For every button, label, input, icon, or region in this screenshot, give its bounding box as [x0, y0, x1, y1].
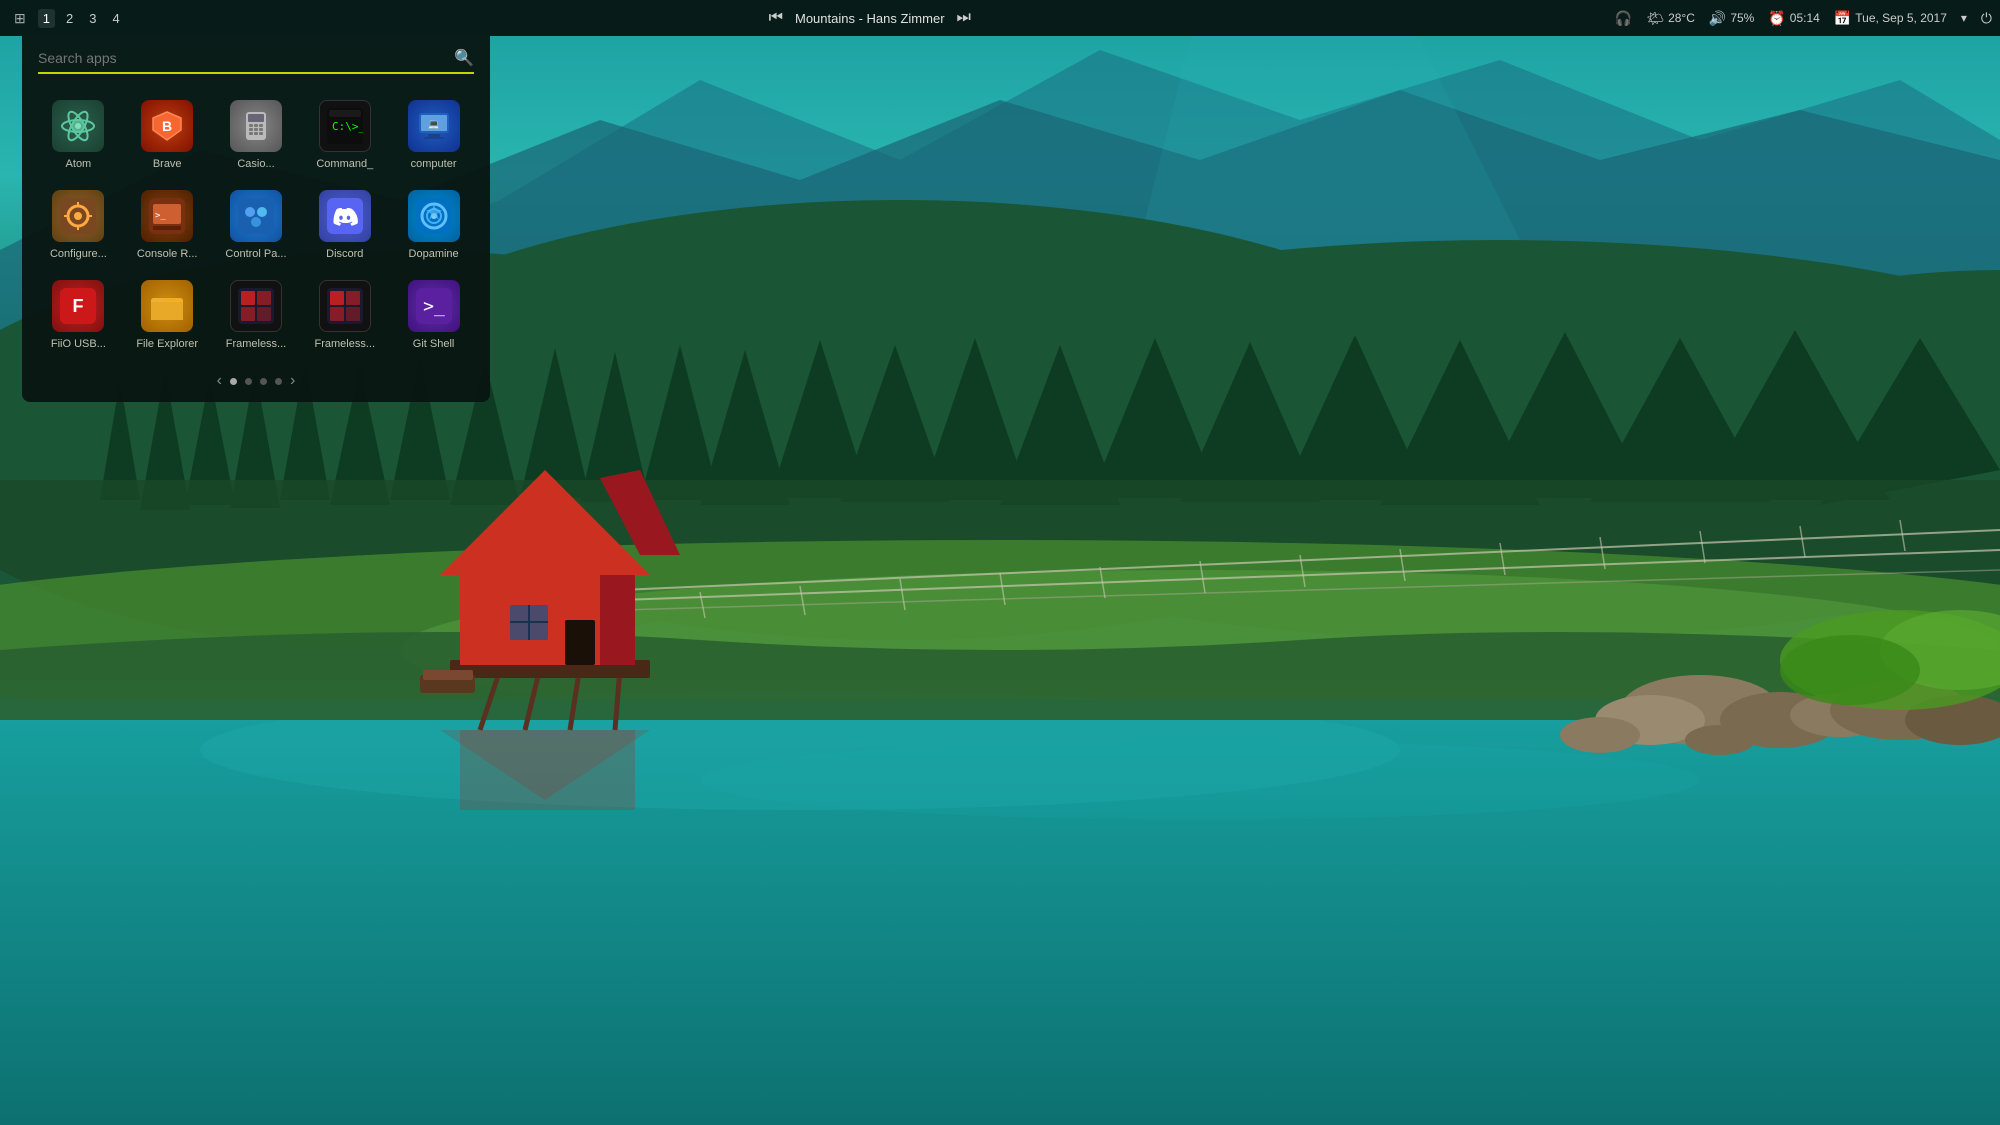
- casio-label: Casio...: [221, 158, 291, 170]
- brave-label: Brave: [132, 158, 202, 170]
- svg-text:C:\>_: C:\>_: [332, 120, 363, 133]
- discord-label: Discord: [310, 248, 380, 260]
- controlpanel-icon: [230, 190, 282, 242]
- svg-text:>_: >_: [155, 211, 166, 221]
- fiio-label: FiiO USB...: [43, 338, 113, 350]
- svg-text:>_: >_: [423, 296, 445, 317]
- dopamine-icon: [408, 190, 460, 242]
- search-input[interactable]: [38, 50, 454, 66]
- computer-icon: 💻: [408, 100, 460, 152]
- workspace-3-button[interactable]: 3: [84, 9, 101, 28]
- clock-icon: ⏰: [1768, 10, 1785, 27]
- app-item-controlpanel[interactable]: Control Pa...: [216, 184, 297, 266]
- dropdown-icon: ▾: [1961, 11, 1967, 25]
- headset-icon: 🎧: [1615, 10, 1632, 27]
- console-icon: >_: [141, 190, 193, 242]
- weather-tray-item[interactable]: 🌤 28°C: [1646, 10, 1695, 27]
- command-icon: C:\>_: [319, 100, 371, 152]
- pagination-dot-2[interactable]: [245, 378, 252, 385]
- pagination-dot-4[interactable]: [275, 378, 282, 385]
- configure-label: Configure...: [43, 248, 113, 260]
- search-icon[interactable]: 🔍: [454, 48, 474, 68]
- svg-text:F: F: [73, 296, 84, 316]
- pagination-next-button[interactable]: ›: [290, 372, 295, 390]
- atom-icon: [52, 100, 104, 152]
- media-next-button[interactable]: ⏭: [957, 9, 971, 27]
- app-item-fiio[interactable]: F FiiO USB...: [38, 274, 119, 356]
- fileexplorer-label: File Explorer: [132, 338, 202, 350]
- frameless1-label: Frameless...: [221, 338, 291, 350]
- gitshell-label: Git Shell: [399, 338, 469, 350]
- taskbar: ⊞ 1 2 3 4 ⏮ Mountains - Hans Zimmer ⏭ 🎧 …: [0, 0, 2000, 36]
- app-item-atom[interactable]: Atom: [38, 94, 119, 176]
- volume-tray-item[interactable]: 🔊 75%: [1709, 10, 1754, 27]
- calendar-icon: 📅: [1834, 10, 1851, 27]
- app-grid: Atom B Brave: [22, 86, 490, 364]
- app-item-console[interactable]: >_ Console R...: [127, 184, 208, 266]
- fileexplorer-icon: [141, 280, 193, 332]
- volume-icon: 🔊: [1709, 10, 1726, 27]
- app-item-command[interactable]: C:\>_ Command_: [304, 94, 385, 176]
- dropdown-tray-item[interactable]: ▾: [1961, 11, 1967, 25]
- date-value: Tue, Sep 5, 2017: [1855, 11, 1947, 25]
- volume-value: 75%: [1730, 11, 1754, 25]
- computer-label: computer: [399, 158, 469, 170]
- frameless2-label: Frameless...: [310, 338, 380, 350]
- media-prev-button[interactable]: ⏮: [769, 9, 783, 27]
- taskbar-left: ⊞ 1 2 3 4: [8, 6, 125, 31]
- brave-icon: B: [141, 100, 193, 152]
- configure-icon: [52, 190, 104, 242]
- app-item-computer[interactable]: 💻 computer: [393, 94, 474, 176]
- weather-icon: 🌤: [1646, 10, 1664, 27]
- track-name: Mountains - Hans Zimmer: [795, 11, 945, 26]
- taskbar-center: ⏮ Mountains - Hans Zimmer ⏭: [125, 9, 1615, 27]
- clock-tray-item[interactable]: ⏰ 05:14: [1768, 10, 1819, 27]
- pagination: ‹ ›: [22, 372, 490, 390]
- time-value: 05:14: [1790, 11, 1820, 25]
- pagination-dot-3[interactable]: [260, 378, 267, 385]
- app-item-casio[interactable]: Casio...: [216, 94, 297, 176]
- pagination-dot-1[interactable]: [230, 378, 237, 385]
- headset-tray-item[interactable]: 🎧: [1615, 10, 1632, 27]
- console-label: Console R...: [132, 248, 202, 260]
- app-item-gitshell[interactable]: >_ Git Shell: [393, 274, 474, 356]
- power-icon: ⏻: [1981, 10, 1992, 27]
- dopamine-label: Dopamine: [399, 248, 469, 260]
- temperature-value: 28°C: [1668, 11, 1695, 25]
- app-item-frameless1[interactable]: Frameless...: [216, 274, 297, 356]
- casio-icon: [230, 100, 282, 152]
- taskbar-right: 🎧 🌤 28°C 🔊 75% ⏰ 05:14 📅 Tue, Sep 5, 201…: [1615, 10, 1992, 27]
- command-label: Command_: [310, 158, 380, 170]
- gitshell-icon: >_: [408, 280, 460, 332]
- svg-text:B: B: [162, 118, 172, 134]
- app-item-dopamine[interactable]: Dopamine: [393, 184, 474, 266]
- app-item-fileexplorer[interactable]: File Explorer: [127, 274, 208, 356]
- workspace-2-button[interactable]: 2: [61, 9, 78, 28]
- pagination-prev-button[interactable]: ‹: [217, 372, 222, 390]
- search-bar: 🔍: [38, 48, 474, 74]
- frameless2-icon: [319, 280, 371, 332]
- app-item-frameless2[interactable]: Frameless...: [304, 274, 385, 356]
- app-launcher: 🔍 Atom B: [22, 36, 490, 402]
- apps-grid-icon[interactable]: ⊞: [8, 6, 32, 31]
- workspace-4-button[interactable]: 4: [107, 9, 124, 28]
- calendar-tray-item[interactable]: 📅 Tue, Sep 5, 2017: [1834, 10, 1947, 27]
- discord-icon: [319, 190, 371, 242]
- svg-text:💻: 💻: [428, 119, 439, 129]
- app-item-configure[interactable]: Configure...: [38, 184, 119, 266]
- power-tray-item[interactable]: ⏻: [1981, 10, 1992, 27]
- frameless1-icon: [230, 280, 282, 332]
- workspace-1-button[interactable]: 1: [38, 9, 55, 28]
- controlpanel-label: Control Pa...: [221, 248, 291, 260]
- atom-label: Atom: [43, 158, 113, 170]
- app-item-brave[interactable]: B Brave: [127, 94, 208, 176]
- app-item-discord[interactable]: Discord: [304, 184, 385, 266]
- fiio-icon: F: [52, 280, 104, 332]
